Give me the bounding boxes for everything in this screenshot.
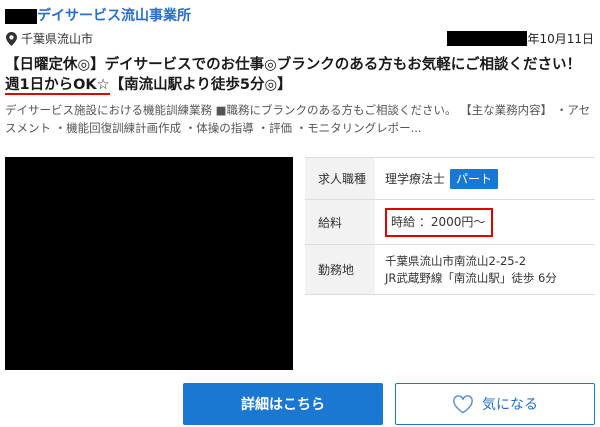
salary-label: 給料 [305,200,375,244]
posted-date: 年10月11日 [447,30,594,47]
posted-date-text: 年10月11日 [527,32,594,46]
work-location-value-cell: 千葉県流山市南流山2-25-2 JR武蔵野線「南流山駅」徒歩 6分 [375,245,595,294]
heart-outline-icon [452,394,474,414]
job-title-suffix: 【南流山駅より徒歩5分◎】 [109,77,292,93]
job-photo [5,157,293,370]
job-title[interactable]: 【日曜定休◎】デイサービスでのお仕事◎ブランクのある方もお気軽にご相談ください！… [5,55,595,95]
company-name-link[interactable]: デイサービス流山事業所 [37,6,191,26]
station-access: JR武蔵野線「南流山駅」徒歩 6分 [385,270,557,285]
work-address: 千葉県流山市南流山2-25-2 [385,253,527,268]
location-row: 千葉県流山市 [6,30,93,47]
redacted-block [447,31,528,46]
details-row-job-type: 求人職種 理学療法士 パート [305,158,595,200]
job-type-value-cell: 理学療法士 パート [375,158,595,199]
favorite-label: 気になる [482,397,538,413]
redacted-block [5,8,37,24]
view-details-label: 詳細はこちら [241,397,325,413]
job-type-value: 理学療法士 [385,172,446,186]
salary-value: 時給 ：2000円〜 [385,207,494,237]
details-row-salary: 給料 時給 ：2000円〜 [305,200,595,245]
map-pin-icon [6,31,17,46]
favorite-button[interactable]: 気になる [395,383,595,425]
job-listing-card: デイサービス流山事業所 千葉県流山市 年10月11日 【日曜定休◎】デイサービス… [0,0,600,427]
job-description: デイサービス施設における機能訓練業務 ■職務にブランクのある方もご相談ください。… [5,103,591,135]
job-title-line-2: 週1日からOK☆【南流山駅より徒歩5分◎】 [5,75,595,95]
details-row-location: 勤務地 千葉県流山市南流山2-25-2 JR武蔵野線「南流山駅」徒歩 6分 [305,245,595,295]
job-title-line-1: 【日曜定休◎】デイサービスでのお仕事◎ブランクのある方もお気軽にご相談ください！ [5,57,582,73]
job-details-table: 求人職種 理学療法士 パート 給料 時給 ：2000円〜 勤務地 千葉県流山市南… [305,157,595,295]
company-row: デイサービス流山事業所 [5,6,191,26]
job-type-label: 求人職種 [305,158,375,199]
view-details-button[interactable]: 詳細はこちら [183,383,383,425]
employment-type-badge: パート [450,168,499,189]
location-text: 千葉県流山市 [21,32,94,46]
job-title-highlight: 週1日からOK☆ [5,77,110,95]
salary-value-cell: 時給 ：2000円〜 [375,200,595,244]
work-location-label: 勤務地 [305,245,375,294]
